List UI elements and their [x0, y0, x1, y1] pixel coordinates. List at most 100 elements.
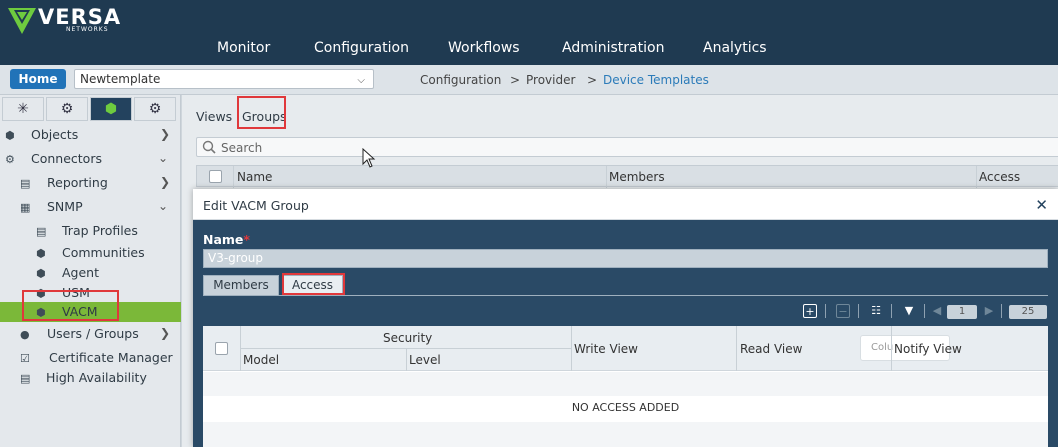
breadcrumb-provider[interactable]: Provider [526, 73, 575, 87]
breadcrumb-separator: > [510, 73, 521, 87]
chevron-down-icon: ⌵ [357, 75, 365, 86]
template-select[interactable]: Newtemplate ⌵ [74, 69, 374, 89]
sidebar-tabs: ✳ ⚙ ⬢ ⚙ [0, 95, 181, 123]
highlight-box [237, 96, 286, 129]
search-placeholder: Search [221, 141, 263, 155]
remove-icon[interactable]: − [836, 304, 850, 318]
users-icon: ● [20, 328, 30, 341]
search-input[interactable]: Search [196, 137, 1058, 157]
edit-vacm-group-dialog: Edit VACM Group ✕ Name* V3-group Members… [193, 189, 1058, 447]
table-row [203, 422, 1048, 447]
next-page-icon[interactable]: ▶ [982, 304, 996, 318]
sidebar-item-communities[interactable]: Communities [62, 245, 145, 260]
divider [825, 304, 826, 318]
name-label-text: Name [203, 232, 244, 247]
grid-icon: ▦ [20, 201, 31, 214]
divider [858, 304, 859, 318]
chevron-right-icon[interactable]: ❯ [160, 175, 170, 189]
column-notify-view[interactable]: Notify View [894, 342, 962, 356]
page-size-select[interactable]: 25 [1009, 305, 1047, 319]
divider [891, 304, 892, 318]
nav-workflows[interactable]: Workflows [448, 40, 520, 56]
access-table: Security Model Level Write View Read Vie… [203, 326, 1048, 447]
gears-icon: ⚙ [5, 153, 15, 166]
divider [606, 166, 607, 188]
highlight-box [22, 290, 119, 321]
nav-monitor[interactable]: Monitor [217, 40, 270, 56]
sidebar-item-reporting[interactable]: Reporting [47, 175, 108, 190]
top-header: VERSA NETWORKS Monitor Configuration Wor… [0, 0, 1058, 65]
nav-configuration[interactable]: Configuration [314, 40, 409, 56]
divider [406, 349, 407, 371]
document-icon: ▤ [36, 225, 47, 238]
dialog-title: Edit VACM Group [203, 198, 309, 213]
divider [736, 326, 737, 371]
divider [924, 304, 925, 318]
chart-icon: ▤ [20, 177, 31, 190]
brand-sub: NETWORKS [66, 26, 109, 33]
cube-icon[interactable]: ⬢ [90, 97, 132, 121]
access-table-header: Security Model Level Write View Read Vie… [203, 326, 1048, 371]
breadcrumb-configuration[interactable]: Configuration [420, 73, 501, 87]
column-access[interactable]: Access [979, 170, 1020, 184]
sidebar-item-users-groups[interactable]: Users / Groups [47, 326, 139, 341]
home-button[interactable]: Home [10, 69, 66, 89]
nav-analytics[interactable]: Analytics [703, 40, 767, 56]
add-icon[interactable]: + [803, 304, 817, 318]
empty-table-message: NO ACCESS ADDED [571, 401, 680, 414]
server-icon: ▤ [20, 372, 31, 385]
sidebar-item-agent[interactable]: Agent [62, 265, 99, 280]
mouse-cursor-icon [362, 148, 376, 168]
dialog-body: Name* V3-group Members Access + − ☷ ▼ ◀ … [193, 220, 1058, 447]
column-members[interactable]: Members [609, 170, 665, 184]
sidebar-item-certificate-manager[interactable]: Certificate Manager [49, 350, 173, 365]
sidebar-item-objects[interactable]: Objects [31, 127, 78, 142]
sidebar: ✳ ⚙ ⬢ ⚙ ⬢ Objects ❯ ⚙ Connectors ⌄ ▤ Rep… [0, 95, 181, 447]
chevron-down-icon[interactable]: ⌄ [158, 199, 168, 213]
breadcrumb-separator: > [587, 73, 598, 87]
select-all-checkbox[interactable] [209, 170, 222, 183]
divider [1001, 304, 1002, 318]
column-model[interactable]: Model [243, 353, 279, 367]
chevron-right-icon[interactable]: ❯ [160, 127, 170, 141]
divider [203, 295, 1048, 296]
highlight-box [282, 273, 345, 295]
cube-icon: ⬢ [5, 129, 15, 142]
dialog-header: Edit VACM Group ✕ [193, 189, 1058, 220]
sidebar-item-high-availability[interactable]: High Availability [46, 370, 147, 385]
page-number-input[interactable]: 1 [947, 305, 977, 319]
column-write-view[interactable]: Write View [574, 342, 638, 356]
filter-icon[interactable]: ▼ [902, 304, 916, 318]
divider [233, 166, 234, 188]
breadcrumb-device-templates: Device Templates [603, 73, 709, 87]
sidebar-item-trap-profiles[interactable]: Trap Profiles [62, 223, 138, 238]
columns-icon[interactable]: ☷ [869, 304, 883, 318]
groups-table-header: Name Members Access [196, 165, 1058, 188]
name-field[interactable]: V3-group [203, 249, 1048, 268]
sidebar-item-snmp[interactable]: SNMP [47, 199, 83, 214]
column-read-view[interactable]: Read View [740, 342, 802, 356]
column-name[interactable]: Name [237, 170, 272, 184]
close-icon[interactable]: ✕ [1035, 196, 1048, 214]
divider [891, 326, 892, 371]
cube-icon: ⬢ [36, 267, 46, 280]
tab-views[interactable]: Views [196, 109, 232, 124]
gear-icon[interactable]: ⚙ [46, 97, 88, 121]
tab-members[interactable]: Members [203, 275, 279, 295]
chevron-right-icon[interactable]: ❯ [160, 326, 170, 340]
certificate-icon: ☑ [20, 352, 30, 365]
gears-icon[interactable]: ⚙ [134, 97, 176, 121]
divider [571, 326, 572, 371]
column-level[interactable]: Level [409, 353, 441, 367]
divider [976, 166, 977, 188]
chevron-down-icon[interactable]: ⌄ [158, 151, 168, 165]
cube-icon: ⬢ [36, 247, 46, 260]
prev-page-icon[interactable]: ◀ [930, 304, 944, 318]
sidebar-item-connectors[interactable]: Connectors [31, 151, 102, 166]
table-row [203, 372, 1048, 396]
required-mark: * [243, 232, 250, 247]
nav-administration[interactable]: Administration [562, 40, 664, 56]
network-icon[interactable]: ✳ [2, 97, 44, 121]
template-select-value: Newtemplate [80, 72, 161, 86]
select-all-checkbox[interactable] [215, 342, 228, 355]
